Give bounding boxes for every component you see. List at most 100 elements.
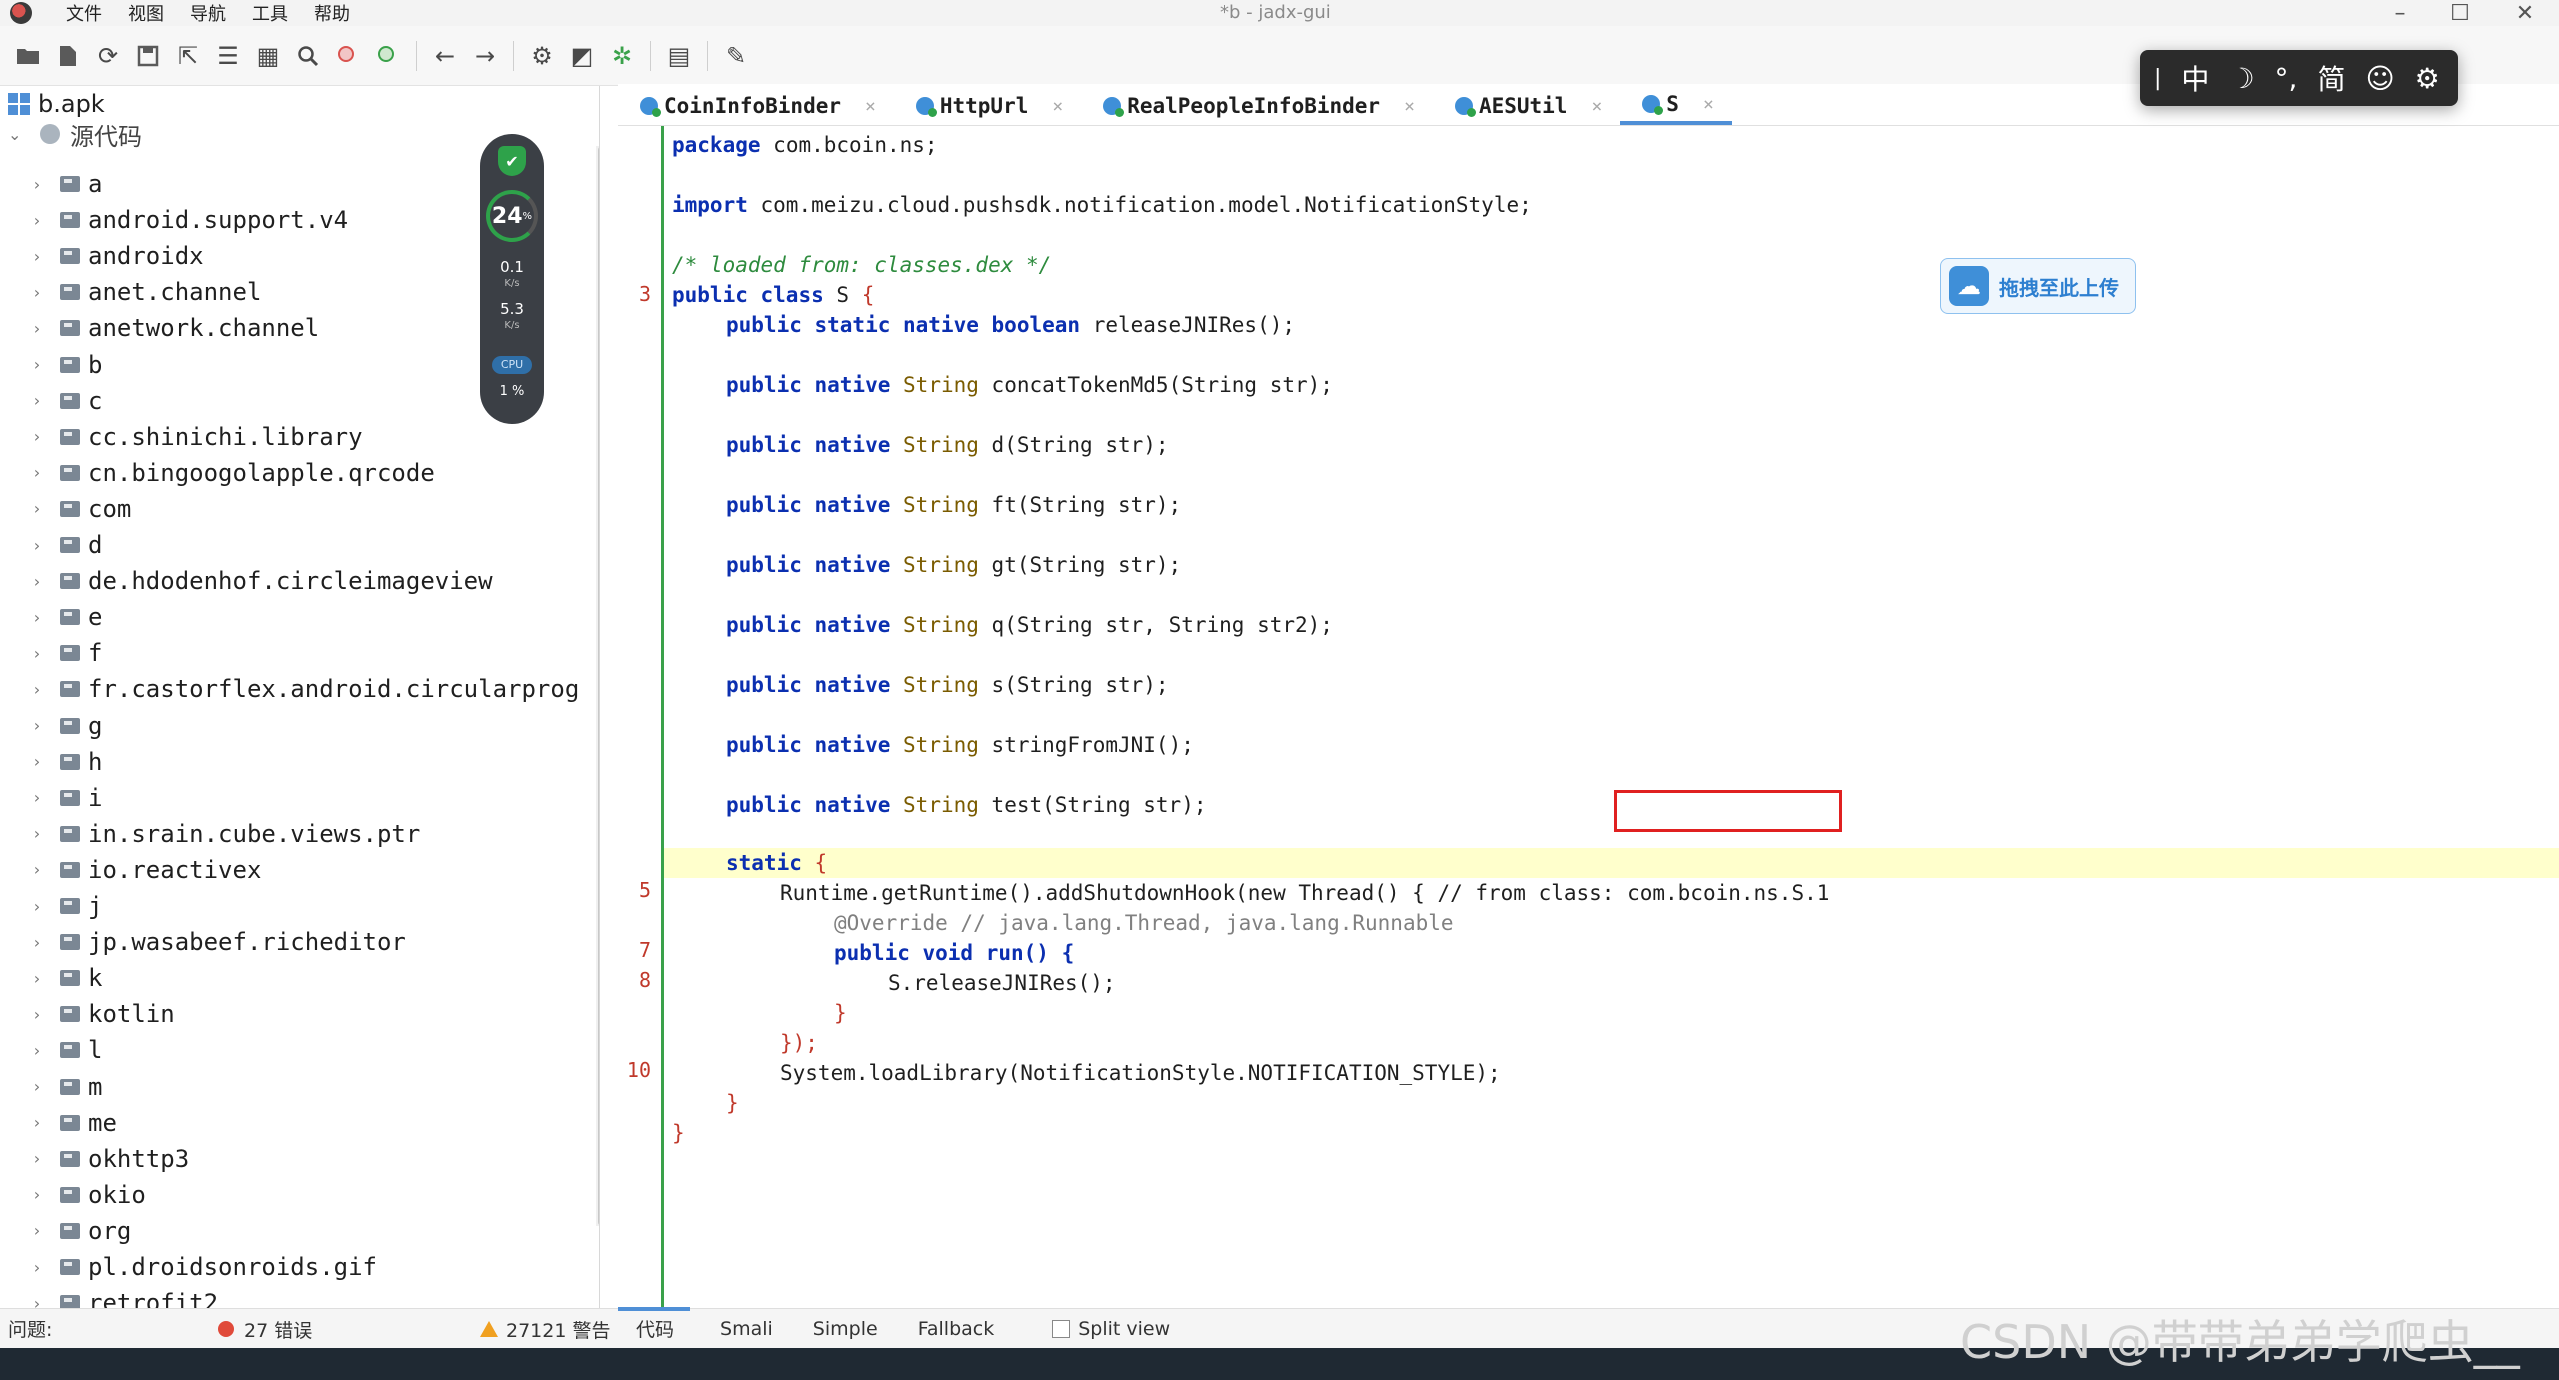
gear-icon[interactable]: ⚙ [2415,62,2440,95]
tab-fallback[interactable]: Fallback [918,1318,995,1340]
usage-search-icon[interactable] [368,36,408,76]
chevron-right-icon[interactable]: › [32,788,50,807]
tab-coininfobinder[interactable]: CoinInfoBinder × [618,87,894,125]
menu-help[interactable]: 帮助 [314,0,350,26]
class-search-icon[interactable] [328,36,368,76]
chevron-right-icon[interactable]: › [32,1149,50,1168]
chevron-right-icon[interactable]: › [32,247,50,266]
tree-package-item[interactable]: › anetwork.channel [32,310,319,346]
ime-simplified[interactable]: 简 [2317,58,2345,98]
close-icon[interactable]: × [1703,94,1714,115]
tree-package-item[interactable]: › org [32,1213,131,1249]
flatten-packages-icon[interactable]: ▦ [248,36,288,76]
tree-package-item[interactable]: › c [32,383,102,419]
drag-upload-button[interactable]: ☁ 拖拽至此上传 [1940,258,2136,314]
close-icon[interactable]: × [865,96,876,117]
chevron-right-icon[interactable]: › [32,1258,50,1277]
tree-package-item[interactable]: › me [32,1105,117,1141]
chevron-right-icon[interactable]: › [32,1041,50,1060]
menu-navigation[interactable]: 导航 [190,0,226,26]
chevron-right-icon[interactable]: › [32,1294,50,1308]
warning-count[interactable]: 27121 警告 [480,1309,610,1349]
method-name[interactable]: releaseJNIRes [1093,313,1257,337]
tree-package-item[interactable]: › b [32,347,102,383]
tab-smali[interactable]: Smali [720,1318,773,1340]
chevron-right-icon[interactable]: › [32,824,50,843]
tree-package-item[interactable]: › in.srain.cube.views.ptr [32,816,420,852]
chevron-right-icon[interactable]: › [32,319,50,338]
chevron-right-icon[interactable]: › [32,716,50,735]
ime-drag-handle[interactable]: | [2154,66,2161,91]
tree-package-item[interactable]: › m [32,1069,102,1105]
menu-tools[interactable]: 工具 [252,0,288,26]
chevron-right-icon[interactable]: › [32,536,50,555]
chevron-right-icon[interactable]: › [32,211,50,230]
tab-code[interactable]: 代码 [636,1315,674,1342]
chevron-right-icon[interactable]: › [32,499,50,518]
method-name[interactable]: test [992,793,1043,817]
tree-package-item[interactable]: › g [32,708,102,744]
menu-file[interactable]: 文件 [66,0,102,26]
tree-package-item[interactable]: › anet.channel [32,274,261,310]
export-icon[interactable]: ⇱ [168,36,208,76]
tree-scrollbar-thumb[interactable] [598,146,599,1226]
method-name[interactable]: q [992,613,1005,637]
reload-icon[interactable]: ⟳ [88,36,128,76]
tree-package-item[interactable]: › j [32,888,102,924]
chevron-right-icon[interactable]: › [32,175,50,194]
tree-package-item[interactable]: › f [32,635,102,671]
tab-aesutil[interactable]: AESUtil × [1433,87,1620,125]
menu-view[interactable]: 视图 [128,0,164,26]
tab-realpeopleinfobinder[interactable]: RealPeopleInfoBinder × [1081,87,1433,125]
tree-package-item[interactable]: › okhttp3 [32,1141,189,1177]
tree-package-item[interactable]: › h [32,744,102,780]
network-monitor-widget[interactable]: ✔ 24% 0.1 K/s 5.3 K/s CPU 1 % [480,134,544,424]
tree-package-item[interactable]: › jp.wasabeef.richeditor [32,924,406,960]
log-viewer-icon[interactable]: ▤ [659,36,699,76]
tree-package-item[interactable]: › i [32,780,102,816]
chevron-right-icon[interactable]: › [32,897,50,916]
chevron-right-icon[interactable]: › [32,1077,50,1096]
save-icon[interactable] [128,36,168,76]
tree-package-item[interactable]: › androidx [32,238,204,274]
chevron-right-icon[interactable]: › [32,1005,50,1024]
tab-simple[interactable]: Simple [813,1318,878,1340]
tree-package-item[interactable]: › io.reactivex [32,852,261,888]
tree-package-item[interactable]: › l [32,1032,102,1068]
tree-package-item[interactable]: › k [32,960,102,996]
method-name[interactable]: gt [992,553,1017,577]
error-count[interactable]: 27 错误 [218,1309,312,1349]
chevron-right-icon[interactable]: › [32,933,50,952]
method-name[interactable]: stringFromJNI [992,733,1156,757]
chevron-right-icon[interactable]: › [32,1185,50,1204]
add-file-icon[interactable] [48,36,88,76]
forward-arrow-icon[interactable]: → [465,36,505,76]
tree-package-item[interactable]: › android.support.v4 [32,202,348,238]
chevron-right-icon[interactable]: › [32,572,50,591]
tree-package-item[interactable]: › d [32,527,102,563]
moon-icon[interactable]: ☽ [2229,62,2254,95]
preferences-wrench-icon[interactable]: ✎ [716,36,756,76]
tree-source-folder[interactable]: ⌄ 源代码 [8,116,142,152]
chevron-right-icon[interactable]: › [32,355,50,374]
chevron-right-icon[interactable]: › [32,860,50,879]
back-arrow-icon[interactable]: ← [425,36,465,76]
emoji-icon[interactable]: ☺ [2365,62,2394,95]
tree-package-item[interactable]: › okio [32,1177,146,1213]
tree-package-item[interactable]: › de.hdodenhof.circleimageview [32,563,493,599]
tree-package-item[interactable]: › cn.bingoogolapple.qrcode [32,455,435,491]
quark-icon[interactable]: ◩ [562,36,602,76]
chevron-right-icon[interactable]: › [32,1221,50,1240]
debug-bug-icon[interactable]: ✲ [602,36,642,76]
close-icon[interactable]: ✕ [2495,0,2555,26]
punctuation-icon[interactable]: °, [2275,62,2298,95]
tab-httpurl[interactable]: HttpUrl × [894,87,1081,125]
tree-package-item[interactable]: › a [32,166,102,202]
tree-package-item[interactable]: › e [32,599,102,635]
minimize-icon[interactable]: – [2370,0,2430,26]
chevron-right-icon[interactable]: › [32,752,50,771]
close-icon[interactable]: × [1591,96,1602,117]
code-editor[interactable]: 3 5 7 8 10 package com.bcoin.ns; import … [618,126,2559,1308]
chevron-right-icon[interactable]: › [32,427,50,446]
search-icon[interactable] [288,36,328,76]
